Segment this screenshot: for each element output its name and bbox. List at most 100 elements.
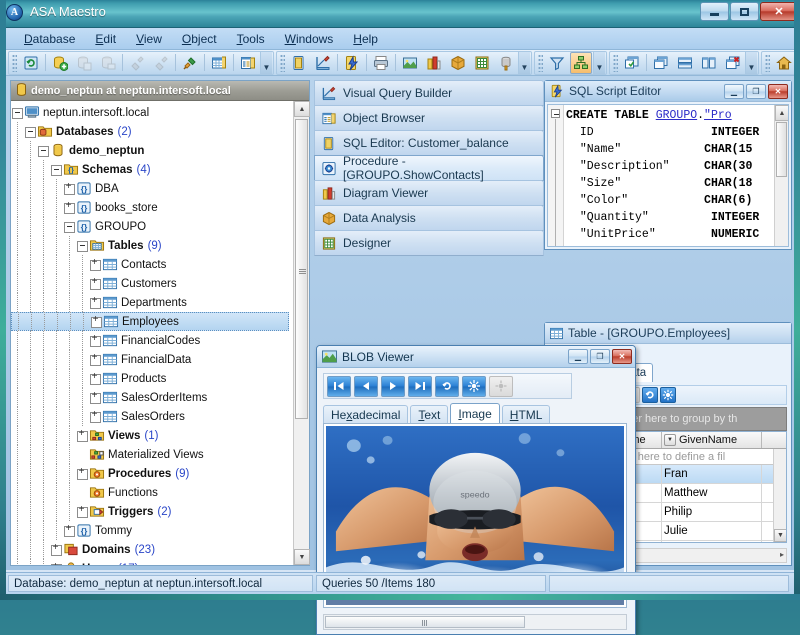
toolbar-overflow-tools[interactable]: ▼ — [518, 52, 530, 74]
grid-vertical-scrollbar[interactable]: ▼ — [773, 449, 786, 542]
tree-collapse-toggle[interactable] — [76, 239, 89, 252]
window-tab-sql-editor-customer-balance[interactable]: SQL Editor: Customer_balance — [314, 130, 544, 156]
toolbar-grip[interactable] — [280, 54, 285, 72]
blob-tab-image[interactable]: Image — [450, 403, 499, 423]
scroll-thumb[interactable] — [295, 119, 308, 419]
refresh-icon[interactable] — [435, 376, 459, 397]
menu-windows[interactable]: Windows — [275, 29, 344, 49]
cascade-icon[interactable] — [650, 52, 672, 74]
prior-record-icon[interactable] — [354, 376, 378, 397]
options-icon[interactable] — [462, 376, 486, 397]
next-record-icon[interactable] — [381, 376, 405, 397]
sql-script-button[interactable] — [341, 52, 363, 74]
toolbar-overflow-filter[interactable]: ▼ — [593, 52, 605, 74]
tree-node-schemas[interactable]: {}Schemas(4) — [11, 160, 293, 179]
maximize-button[interactable] — [730, 2, 759, 21]
tree-node-financialdata[interactable]: FinancialData — [11, 350, 293, 369]
tree-expand-toggle[interactable] — [89, 277, 102, 290]
tree-collapse-toggle[interactable] — [11, 106, 24, 119]
grid-scroll-down-button[interactable]: ▼ — [774, 529, 787, 542]
tree-node-domains[interactable]: Domains(23) — [11, 540, 293, 559]
tree-node-tables[interactable]: Tables(9) — [11, 236, 293, 255]
menu-database[interactable]: DDatabaseatabase — [14, 29, 85, 49]
tree-node-dba[interactable]: {}DBA — [11, 179, 293, 198]
column-filter-icon[interactable]: ▼ — [664, 434, 676, 446]
window-tab-designer[interactable]: Designer — [314, 230, 544, 256]
report-button[interactable] — [423, 52, 445, 74]
tree-node-views[interactable]: Views(1) — [11, 426, 293, 445]
menu-view[interactable]: View — [126, 29, 172, 49]
first-record-icon[interactable] — [327, 376, 351, 397]
blob-hscroll-thumb[interactable] — [325, 616, 525, 628]
tree-collapse-toggle[interactable] — [63, 220, 76, 233]
tree-expand-toggle[interactable] — [89, 334, 102, 347]
data-pump-button[interactable] — [495, 52, 517, 74]
close-window-icon[interactable] — [722, 52, 744, 74]
toolbar-overflow-database[interactable]: ▼ — [260, 52, 272, 74]
sql-scroll-thumb[interactable] — [776, 122, 787, 177]
tree-expand-toggle[interactable] — [89, 372, 102, 385]
close-button[interactable]: ✕ — [760, 2, 798, 21]
diagram-icon[interactable] — [570, 52, 592, 74]
tree-node-neptun-intersoft-local[interactable]: neptun.intersoft.local — [11, 103, 293, 122]
visual-query-builder-button[interactable] — [312, 52, 334, 74]
unregister-database-button[interactable] — [97, 52, 119, 74]
tile-vertical-icon[interactable] — [698, 52, 720, 74]
tree-expand-toggle[interactable] — [89, 258, 102, 271]
toolbar-overflow-windows[interactable]: ▼ — [745, 52, 757, 74]
tree-expand-toggle[interactable] — [63, 201, 76, 214]
tree-expand-toggle[interactable] — [50, 562, 63, 565]
tree-expand-toggle[interactable] — [89, 410, 102, 423]
sql-scroll-up-button[interactable]: ▲ — [775, 105, 789, 121]
tree-node-procedures[interactable]: Procedures(9) — [11, 464, 293, 483]
new-database-button[interactable] — [49, 52, 71, 74]
disconnect-button[interactable] — [150, 52, 172, 74]
object-tree[interactable]: neptun.intersoft.localDatabases(2)demo_n… — [11, 101, 293, 565]
tree-expand-toggle[interactable] — [89, 353, 102, 366]
tree-scrollbar[interactable]: ▲ ▼ — [293, 101, 309, 565]
tree-expand-toggle[interactable] — [89, 391, 102, 404]
options-icon[interactable] — [660, 387, 676, 403]
tree-expand-toggle[interactable] — [63, 524, 76, 537]
data-analysis-button[interactable] — [447, 52, 469, 74]
print-button[interactable] — [370, 52, 392, 74]
sql-maximize-button[interactable]: ❐ — [746, 84, 766, 99]
tree-node-databases[interactable]: Databases(2) — [11, 122, 293, 141]
blob-tab-hexadecimal[interactable]: Hexadecimal — [323, 405, 408, 423]
blob-tab-text[interactable]: Text — [410, 405, 448, 423]
blob-tab-html[interactable]: HTML — [502, 405, 551, 423]
sql-editor-body[interactable]: CREATE TABLE GROUPO."Pro ID INTEGER "Nam… — [547, 104, 789, 247]
blob-minimize-button[interactable]: ▁ — [568, 349, 588, 364]
tree-expand-toggle[interactable] — [76, 467, 89, 480]
minimize-button[interactable] — [700, 2, 729, 21]
tree-node-triggers[interactable]: Triggers(2) — [11, 502, 293, 521]
home-icon[interactable] — [773, 52, 795, 74]
scroll-up-button[interactable]: ▲ — [294, 101, 310, 117]
tree-node-tommy[interactable]: {}Tommy — [11, 521, 293, 540]
tree-node-groupo[interactable]: {}GROUPO — [11, 217, 293, 236]
connect-button[interactable] — [126, 52, 148, 74]
sql-editor-button[interactable] — [288, 52, 310, 74]
tree-collapse-toggle[interactable] — [50, 163, 63, 176]
toolbar-grip[interactable] — [12, 54, 17, 72]
tree-expand-toggle[interactable] — [90, 315, 103, 328]
tree-expand-toggle[interactable] — [63, 182, 76, 195]
blob-viewer-button[interactable] — [399, 52, 421, 74]
menu-tools[interactable]: Tools — [227, 29, 275, 49]
tree-node-customers[interactable]: Customers — [11, 274, 293, 293]
tree-node-salesorders[interactable]: SalesOrders — [11, 407, 293, 426]
toolbar-grip[interactable] — [538, 54, 543, 72]
sql-close-button[interactable]: ✕ — [768, 84, 788, 99]
tile-horizontal-icon[interactable] — [674, 52, 696, 74]
sql-vertical-scrollbar[interactable]: ▲ — [774, 105, 788, 246]
scroll-down-button[interactable]: ▼ — [294, 549, 310, 565]
sql-code-text[interactable]: CREATE TABLE GROUPO."Pro ID INTEGER "Nam… — [566, 107, 774, 246]
register-database-button[interactable] — [73, 52, 95, 74]
last-record-icon[interactable] — [408, 376, 432, 397]
tree-node-employees[interactable]: Employees — [11, 312, 289, 331]
blob-horizontal-scrollbar[interactable] — [323, 614, 627, 630]
tree-node-demo-neptun[interactable]: demo_neptun — [11, 141, 293, 160]
grid-column-header[interactable]: ▼GivenName — [662, 432, 762, 448]
clear-icon[interactable] — [489, 376, 513, 397]
object-browser-button[interactable] — [237, 52, 259, 74]
